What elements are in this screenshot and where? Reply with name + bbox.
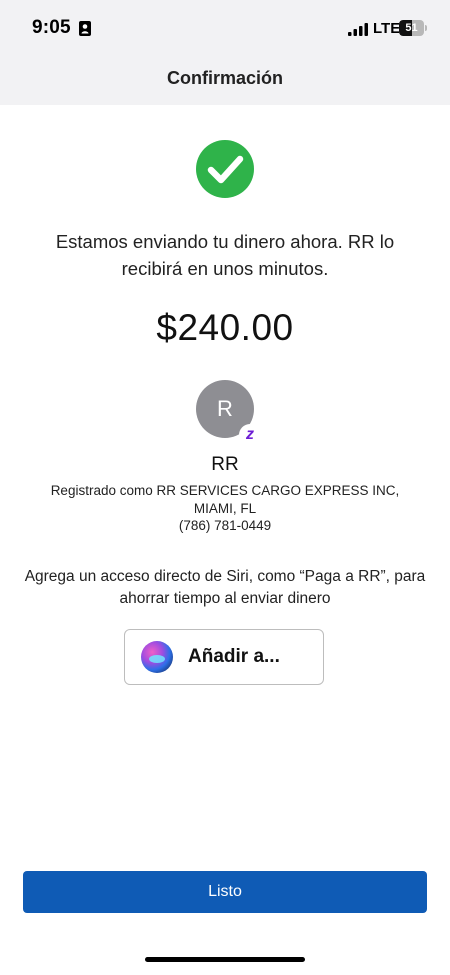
contact-card-icon [79,21,91,36]
battery-icon: 51 [399,20,429,36]
status-bar: 9:05 LTE 51 [0,0,450,54]
cellular-signal-icon [348,23,368,36]
page-title: Confirmación [166,68,283,88]
home-indicator [145,957,305,962]
siri-icon [141,641,173,673]
checkmark-circle-icon [196,140,254,198]
add-to-siri-button[interactable]: Añadir a... [124,629,324,685]
zelle-badge-icon: z [239,424,261,446]
battery-level: 51 [405,22,418,34]
zelle-badge-letter: z [246,426,254,443]
status-time: 9:05 [32,17,71,38]
confirmation-message: Estamos enviando tu dinero ahora. RR lo … [55,231,395,279]
recipient-name: RR [211,454,239,475]
add-to-siri-label: Añadir a... [188,646,280,667]
siri-shortcut-prompt: Agrega un acceso directo de Siri, como “… [24,568,426,607]
recipient-phone: (786) 781-0449 [178,518,272,533]
recipient-registration: Registrado como RR SERVICES CARGO EXPRES… [50,483,400,516]
done-button[interactable]: Listo [23,871,427,913]
network-type: LTE [373,20,401,37]
amount-sent: $240.00 [156,307,294,348]
